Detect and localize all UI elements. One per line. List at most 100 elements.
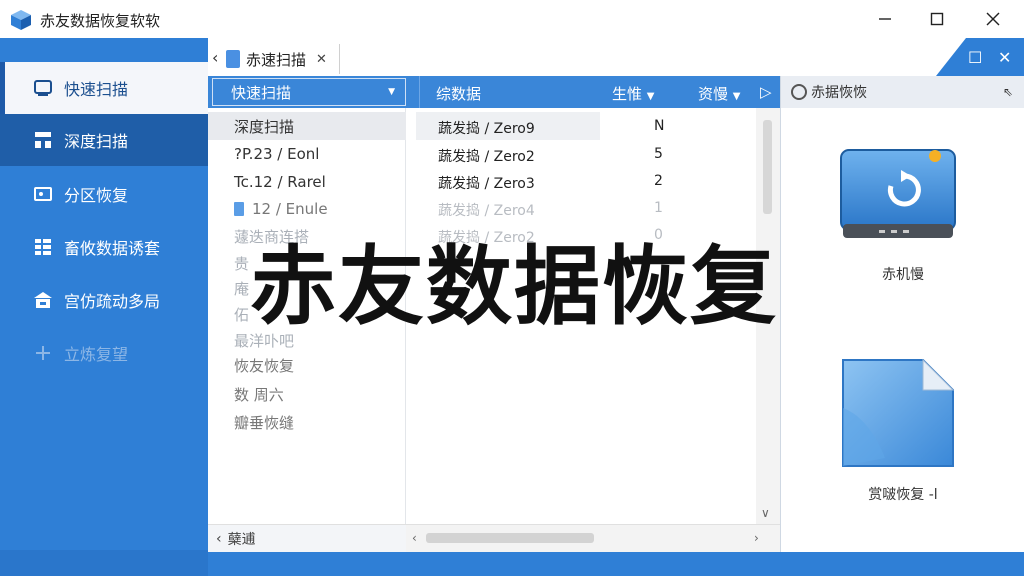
scan-mode-label: 快速扫描 bbox=[231, 83, 292, 102]
corner-panel: ☐ ✕ bbox=[966, 38, 1024, 76]
app-logo-icon bbox=[11, 10, 31, 30]
table-row[interactable]: 蔬发捣 / Zero3 2 bbox=[406, 167, 756, 195]
pin-button[interactable]: ⇖ bbox=[1003, 85, 1013, 99]
home-icon bbox=[32, 289, 54, 311]
chevron-down-icon[interactable]: ∨ bbox=[761, 506, 770, 520]
tab-close-button[interactable]: ✕ bbox=[316, 52, 327, 67]
tree-footer-label: 蘖逋 bbox=[227, 531, 256, 548]
maximize-icon bbox=[930, 12, 944, 26]
tree-item-label: 深度扫描 bbox=[234, 117, 295, 136]
partition-icon bbox=[32, 183, 54, 205]
tree-item[interactable]: Tc.12 / Rarel bbox=[208, 168, 406, 196]
chevron-left-icon[interactable]: ‹ bbox=[216, 531, 222, 547]
column-header-status-label: 生惟 bbox=[612, 85, 643, 103]
sidebar-footer bbox=[0, 550, 208, 576]
sidebar-item-label: 畜攸数据诱套 bbox=[64, 239, 161, 258]
scrollbar-thumb[interactable] bbox=[763, 120, 772, 214]
network-icon bbox=[32, 129, 54, 151]
tree-footer: ‹ 蘖逋 bbox=[208, 524, 406, 552]
document-icon bbox=[234, 202, 244, 216]
tree-item[interactable]: 瓣垂恢缝 bbox=[208, 408, 406, 436]
table-row[interactable]: 蔬发捣 / Zero2 5 bbox=[406, 140, 756, 168]
file-value: 2 bbox=[654, 173, 663, 189]
preview-panel: 赤据恢恢 ⇖ 赤机慢 赏啵恢复 -l bbox=[780, 76, 1024, 552]
tree-item[interactable]: 恢友恢复 bbox=[208, 351, 406, 379]
file-name: 蔬发捣 / Zero9 bbox=[438, 121, 535, 137]
tree-item[interactable]: 12 / Enule bbox=[208, 195, 406, 223]
grid-icon bbox=[32, 236, 54, 258]
scrollbar-thumb[interactable] bbox=[426, 533, 594, 543]
sidebar-item-deep-scan[interactable]: 深度扫描 bbox=[0, 114, 208, 166]
column-header-size[interactable]: 资慢 ▼ bbox=[698, 83, 741, 104]
tree-item-label: 瓣垂恢缝 bbox=[234, 413, 295, 432]
tab-strip: ‹ 赤速扫描 ✕ ☐ ✕ bbox=[208, 38, 1024, 76]
file-value: N bbox=[654, 118, 665, 134]
file-caption: 赏啵恢复 -l bbox=[868, 487, 938, 503]
file-name: 蔬发捣 / Zero3 bbox=[438, 176, 535, 192]
tab-label: 赤速扫描 bbox=[246, 50, 307, 69]
tree-item[interactable]: 数 周六 bbox=[208, 380, 406, 408]
column-header-name[interactable]: 综数据 bbox=[436, 83, 481, 104]
tab-quick-scan[interactable]: 赤速扫描 ✕ bbox=[226, 44, 340, 74]
close-window-button[interactable] bbox=[970, 4, 1016, 34]
table-row[interactable]: 蔬发捣 / Zero9 N bbox=[406, 112, 756, 140]
computer-device-icon[interactable] bbox=[839, 148, 957, 240]
column-divider bbox=[419, 76, 420, 108]
title-bar: 赤友数据恢复软软 bbox=[0, 0, 1024, 38]
column-more-button[interactable]: ▷ bbox=[760, 83, 772, 101]
tree-item[interactable]: ?P.23 / Eonl bbox=[208, 140, 406, 168]
tree-item-label: 佦 bbox=[234, 305, 250, 324]
sidebar-item-label: 深度扫描 bbox=[64, 132, 129, 151]
sidebar-item-partition-recovery[interactable]: 分区恢复 bbox=[0, 168, 208, 220]
horizontal-scrollbar[interactable]: ‹ › bbox=[406, 524, 780, 552]
document-icon bbox=[226, 50, 240, 68]
window-title: 赤友数据恢复软软 bbox=[40, 12, 161, 30]
sidebar-item-multi-boot[interactable]: 宫仿疏动多局 bbox=[0, 274, 208, 326]
panel-close-button[interactable]: ✕ bbox=[998, 48, 1011, 67]
drive-icon bbox=[32, 77, 54, 99]
file-document-icon[interactable] bbox=[839, 358, 957, 470]
corner-decoration bbox=[936, 38, 966, 76]
status-strip bbox=[208, 552, 1024, 576]
sidebar-item-label: 快速扫描 bbox=[64, 80, 129, 99]
file-value: 5 bbox=[654, 146, 663, 162]
maximize-button[interactable] bbox=[914, 4, 960, 34]
preview-header: 赤据恢恢 ⇖ bbox=[781, 76, 1024, 108]
scan-mode-dropdown[interactable]: 快速扫描 ▼ bbox=[212, 78, 406, 106]
table-row[interactable]: 蔬发捣 / Zero4 1 bbox=[406, 194, 756, 222]
minimize-button[interactable] bbox=[862, 4, 908, 34]
restore-button[interactable]: ☐ bbox=[968, 48, 982, 67]
sidebar-item-data-suite[interactable]: 畜攸数据诱套 bbox=[0, 221, 208, 273]
sidebar-item-label: 分区恢复 bbox=[64, 186, 129, 205]
tab-back-button[interactable]: ‹ bbox=[212, 48, 218, 67]
recovery-icon bbox=[791, 84, 807, 100]
column-header-size-label: 资慢 bbox=[698, 85, 729, 103]
column-header-bar: 快速扫描 ▼ 综数据 生惟 ▼ 资慢 ▼ ▷ bbox=[208, 76, 780, 108]
chevron-down-icon: ▼ bbox=[388, 87, 395, 97]
sidebar-item-add[interactable]: 立炼复望 bbox=[0, 327, 208, 379]
chevron-right-icon[interactable]: › bbox=[754, 531, 759, 545]
tree-item[interactable]: 深度扫描 bbox=[208, 112, 406, 140]
tree-item-label: 贵 bbox=[234, 254, 250, 273]
column-header-status[interactable]: 生惟 ▼ bbox=[612, 83, 655, 104]
sidebar-item-quick-scan[interactable]: 快速扫描 bbox=[0, 62, 208, 114]
tree-item-label: Tc.12 / Rarel bbox=[234, 173, 326, 191]
file-name: 蔬发捣 / Zero2 bbox=[438, 149, 535, 165]
preview-title: 赤据恢恢 bbox=[811, 85, 867, 101]
tree-item-label: 恢友恢复 bbox=[234, 356, 295, 375]
chevron-left-icon[interactable]: ‹ bbox=[412, 531, 417, 545]
chevron-down-icon: ▼ bbox=[646, 91, 655, 102]
device-caption: 赤机慢 bbox=[882, 267, 924, 283]
tree-item-label: 庵 bbox=[234, 279, 250, 298]
sidebar-item-label: 宫仿疏动多局 bbox=[64, 292, 161, 311]
close-icon bbox=[986, 12, 1000, 26]
tree-item-label: 12 / Enule bbox=[252, 200, 328, 218]
file-value: 1 bbox=[654, 200, 663, 216]
sidebar-item-label: 立炼复望 bbox=[64, 345, 129, 364]
sidebar: 快速扫描 深度扫描 分区恢复 畜攸数据诱套 宫仿疏动多局 立炼复望 bbox=[0, 38, 208, 576]
file-name: 蔬发捣 / Zero4 bbox=[438, 203, 535, 219]
plus-icon bbox=[32, 342, 54, 364]
tree-item-label: ?P.23 / Eonl bbox=[234, 145, 320, 163]
overlay-title: 赤友数据恢复 bbox=[250, 237, 778, 337]
chevron-down-icon: ▼ bbox=[732, 91, 741, 102]
